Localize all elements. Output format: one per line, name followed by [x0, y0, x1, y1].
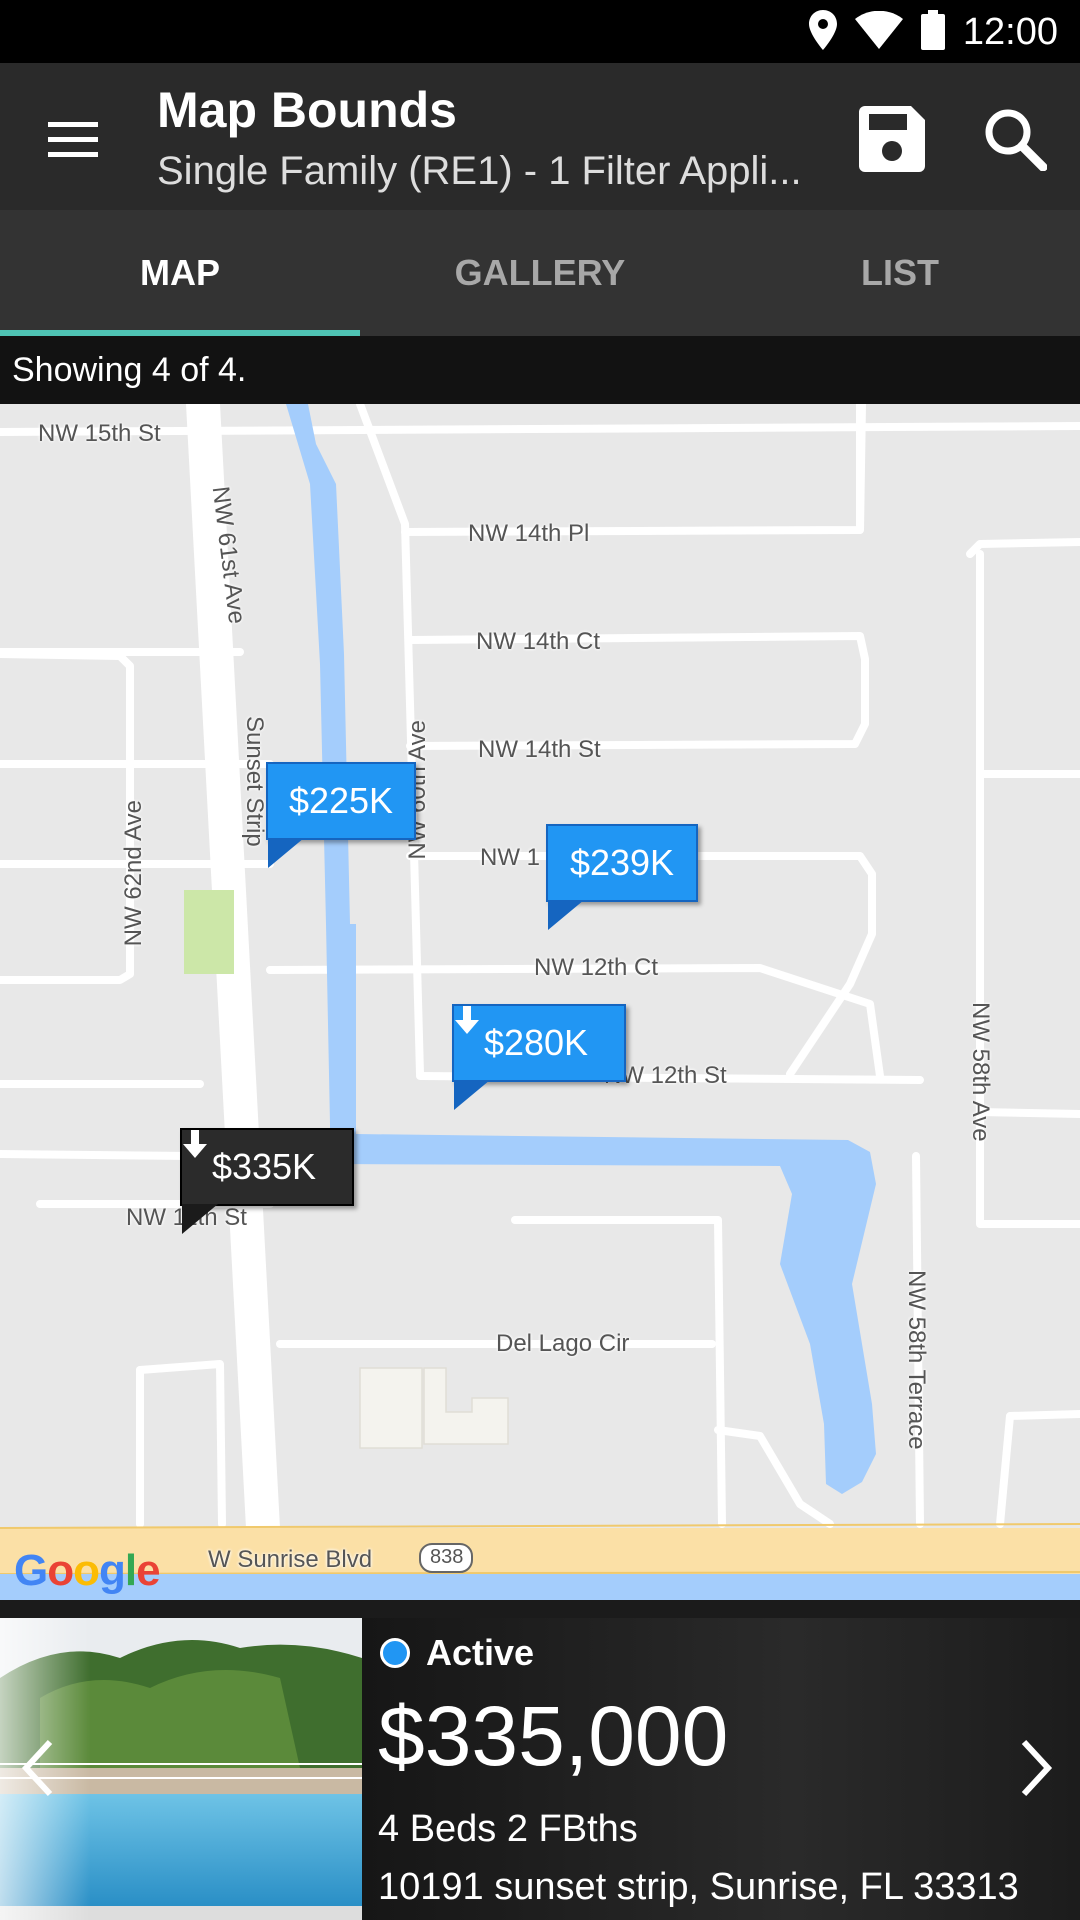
street-label: NW 58th Terrace [903, 1270, 930, 1450]
location-icon [808, 9, 837, 55]
listing-status: Active [426, 1632, 535, 1673]
pin-tail [548, 900, 584, 930]
tab-gallery[interactable]: GALLERY [360, 210, 720, 336]
street-label: Del Lago Cir [496, 1330, 630, 1357]
chevron-left-icon [21, 1739, 53, 1797]
street-label: W Sunrise Blvd [208, 1546, 373, 1573]
battery-icon [920, 9, 945, 55]
street-label: NW 14th Pl [468, 520, 590, 547]
map-view[interactable]: NW 15th St NW 61st Ave NW 14th Pl NW 14t… [0, 404, 1080, 1600]
street-label: NW 1 [480, 844, 540, 871]
search-icon [985, 109, 1047, 171]
street-label: Sunset Strip [241, 716, 268, 847]
street-label: NW 12th Ct [534, 954, 659, 981]
google-logo: Google [14, 1546, 161, 1595]
app-bar: Map Bounds Single Family (RE1) - 1 Filte… [0, 63, 1080, 210]
route-shield-label: 838 [430, 1546, 464, 1568]
street-label: NW 14th St [478, 736, 601, 763]
price-pin-label: $225K [288, 780, 394, 821]
tab-bar: MAP GALLERY LIST [0, 210, 1080, 336]
pin-tail [268, 838, 304, 868]
price-pin-selected[interactable]: $335K [180, 1128, 354, 1234]
page-subtitle: Single Family (RE1) - 1 Filter Appli... [157, 149, 802, 193]
listing-info: Active $335,000 4 Beds 2 FBths 10191 sun… [362, 1618, 1080, 1920]
menu-button[interactable] [36, 103, 110, 177]
listing-beds-baths: 4 Beds 2 FBths [378, 1808, 638, 1850]
street-label: NW 62nd Ave [120, 800, 147, 947]
listing-photo[interactable] [0, 1618, 362, 1920]
chevron-right-icon [1021, 1739, 1053, 1797]
page-title: Map Bounds [157, 82, 457, 138]
search-button[interactable] [975, 99, 1055, 179]
listing-card[interactable]: Active $335,000 4 Beds 2 FBths 10191 sun… [0, 1618, 1080, 1920]
price-pin[interactable]: $280K [452, 1004, 626, 1110]
status-time: 12:00 [962, 10, 1058, 53]
next-listing-button[interactable] [1016, 1738, 1056, 1798]
status-bar: 12:00 [0, 0, 1080, 63]
menu-icon [48, 122, 98, 157]
wifi-icon [854, 10, 903, 54]
listing-price: $335,000 [378, 1689, 729, 1783]
price-pin[interactable]: $225K [266, 762, 416, 868]
street-label: NW 15th St [38, 420, 161, 447]
street-label: NW 14th Ct [476, 628, 601, 655]
previous-listing-button[interactable] [18, 1738, 58, 1798]
price-pin-label: $280K [483, 1022, 589, 1063]
save-icon [859, 106, 925, 172]
pin-tail [454, 1080, 490, 1110]
listing-address: 10191 sunset strip, Sunrise, FL 33313 [378, 1866, 1019, 1908]
price-pin[interactable]: $239K [546, 824, 698, 930]
status-indicator [380, 1638, 410, 1668]
tab-list[interactable]: LIST [720, 210, 1080, 336]
pin-tail [182, 1204, 218, 1234]
save-button[interactable] [852, 99, 932, 179]
price-pin-label: $239K [569, 842, 675, 883]
street-label: NW 58th Ave [967, 1002, 994, 1142]
results-count: Showing 4 of 4. [0, 336, 1080, 404]
tab-map[interactable]: MAP [0, 210, 360, 336]
price-pin-label: $335K [211, 1146, 317, 1187]
